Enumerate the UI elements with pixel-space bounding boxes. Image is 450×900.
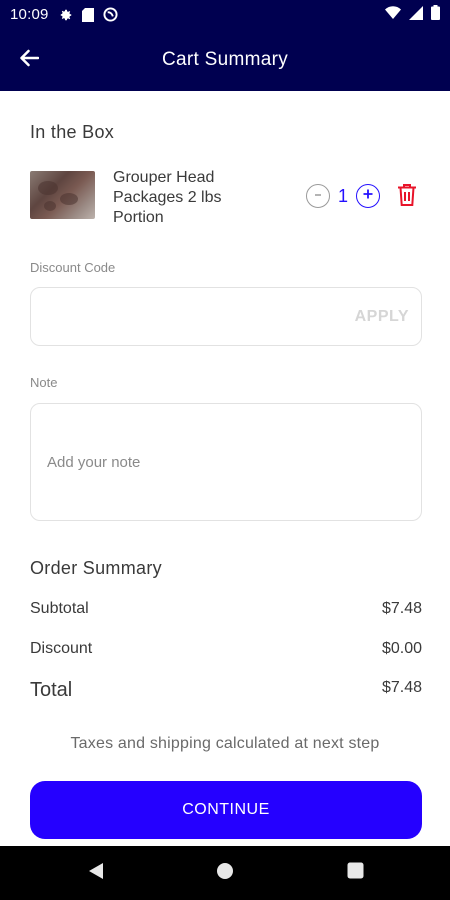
subtotal-label: Subtotal bbox=[30, 600, 89, 617]
apply-button[interactable]: APPLY bbox=[355, 308, 409, 326]
wifi-icon bbox=[385, 6, 401, 23]
subtotal-value: $7.48 bbox=[381, 600, 422, 617]
home-circle-icon bbox=[216, 862, 234, 885]
discount-row: Discount $0.00 bbox=[30, 640, 422, 658]
battery-icon bbox=[431, 5, 440, 24]
discount-code-label: Discount Code bbox=[30, 260, 116, 275]
quantity-stepper: 1 bbox=[306, 184, 380, 208]
total-label: Total bbox=[30, 679, 73, 701]
continue-button[interactable]: CONTINUE bbox=[30, 781, 422, 839]
no-disturb-icon bbox=[103, 7, 118, 22]
status-time: 10:09 bbox=[10, 6, 49, 23]
subtotal-row: Subtotal $7.48 bbox=[30, 600, 422, 618]
discount-label: Discount bbox=[30, 640, 93, 657]
recents-square-icon bbox=[347, 862, 364, 884]
note-input[interactable] bbox=[47, 454, 407, 478]
order-summary-heading: Order Summary bbox=[30, 558, 162, 578]
note-label: Note bbox=[30, 375, 58, 390]
status-bar: 10:09 bbox=[0, 0, 450, 29]
nav-home-button[interactable] bbox=[215, 862, 235, 885]
product-image bbox=[30, 171, 95, 219]
in-the-box-heading: In the Box bbox=[30, 122, 115, 142]
cart-item: Grouper Head Packages 2 lbs Portion 1 bbox=[30, 168, 422, 226]
settings-icon bbox=[59, 8, 73, 22]
decrease-quantity-button[interactable] bbox=[306, 184, 330, 208]
quantity-value: 1 bbox=[337, 185, 348, 206]
plus-icon bbox=[362, 187, 374, 205]
increase-quantity-button[interactable] bbox=[356, 184, 380, 208]
nav-back-button[interactable] bbox=[86, 862, 106, 885]
sim-card-icon bbox=[81, 7, 94, 22]
app-bar: Cart Summary bbox=[0, 29, 450, 91]
signal-icon bbox=[409, 5, 423, 24]
product-name: Grouper Head Packages 2 lbs Portion bbox=[113, 169, 222, 226]
page-title: Cart Summary bbox=[161, 49, 289, 70]
nav-recents-button[interactable] bbox=[345, 862, 365, 884]
arrow-left-icon bbox=[19, 49, 40, 72]
delete-item-button[interactable] bbox=[397, 183, 419, 209]
trash-icon bbox=[397, 184, 417, 211]
discount-value: $0.00 bbox=[381, 640, 422, 657]
total-value: $7.48 bbox=[381, 679, 422, 696]
back-triangle-icon bbox=[88, 862, 104, 885]
minus-icon bbox=[313, 187, 323, 205]
taxes-note: Taxes and shipping calculated at next st… bbox=[70, 735, 380, 752]
back-button[interactable] bbox=[14, 45, 44, 75]
discount-code-input[interactable] bbox=[47, 306, 347, 328]
total-row: Total $7.48 bbox=[30, 679, 422, 702]
discount-code-box: APPLY bbox=[30, 287, 422, 346]
note-box bbox=[30, 403, 422, 521]
navigation-bar bbox=[0, 846, 450, 900]
